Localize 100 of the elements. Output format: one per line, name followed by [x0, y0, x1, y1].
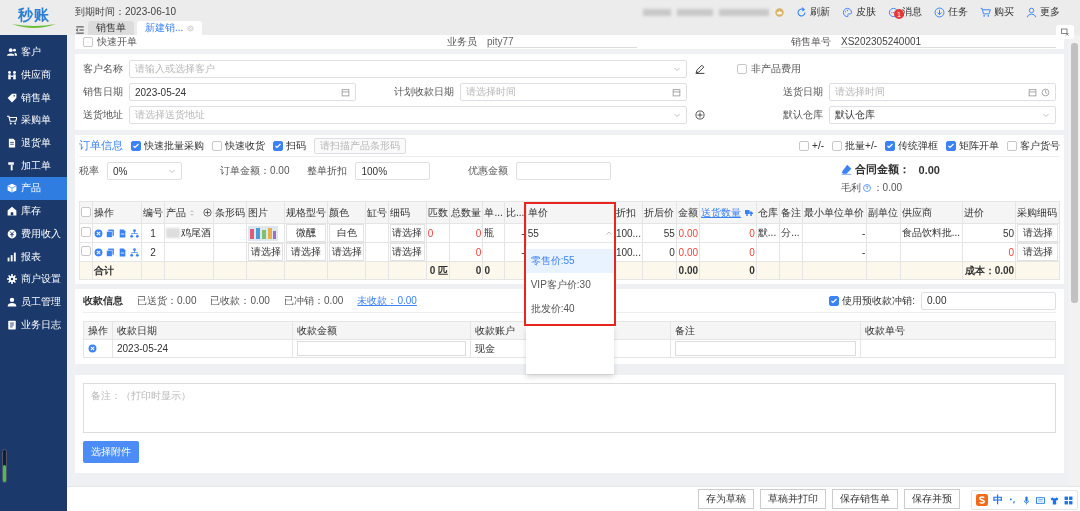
sidebar-item[interactable]: 商户设置	[0, 267, 67, 291]
sidebar-item[interactable]: 加工单	[0, 154, 67, 178]
toolbar-button[interactable]: 任务	[934, 5, 968, 19]
order-number-field[interactable]: XS202305240001	[841, 36, 1056, 48]
tab[interactable]: 新建销...	[137, 21, 203, 35]
checkbox-label: 矩阵开单	[959, 138, 999, 153]
select-field[interactable]: 默认仓库	[829, 106, 1056, 124]
date-field[interactable]: 2023-05-24	[129, 83, 356, 101]
delete-icon[interactable]	[94, 247, 104, 257]
checkbox[interactable]	[832, 140, 843, 151]
toolbar-button[interactable]: 更多	[1026, 5, 1060, 19]
sidebar-item[interactable]: 退货单	[0, 131, 67, 155]
table-cell: 100...	[615, 246, 641, 258]
total-cell: 0.00	[678, 265, 699, 276]
sidebar-item[interactable]: 销售单	[0, 86, 67, 110]
document-icon[interactable]	[118, 247, 128, 257]
delete-icon[interactable]	[94, 228, 104, 238]
footer-button[interactable]: 保存并预	[904, 489, 960, 509]
remark-field[interactable]	[675, 341, 856, 356]
toolbar-button[interactable]: 刷新	[796, 5, 830, 19]
column-header: 操作	[88, 324, 108, 336]
sidebar-item[interactable]: 业务日志	[0, 313, 67, 336]
order-amount-text: 订单金额：0.00	[220, 164, 290, 178]
prepaid-field[interactable]: 0.00	[921, 291, 1056, 310]
tax-select[interactable]: 0%	[107, 162, 182, 180]
sidebar-item[interactable]: 客户	[0, 41, 67, 64]
checkbox[interactable]	[885, 140, 895, 151]
column-header: 采购细码	[1017, 206, 1058, 218]
discount-field[interactable]: 100%	[355, 162, 431, 180]
sidebar-item[interactable]: 库存	[0, 199, 67, 223]
select-button[interactable]: 微醺	[285, 224, 327, 242]
sidebar-item[interactable]: 费用收入	[0, 222, 67, 246]
checkbox[interactable]	[212, 140, 222, 151]
add-circle-icon[interactable]	[695, 110, 705, 120]
summary-text: 已冲销：0.00	[283, 293, 344, 308]
column-header: 收款金额	[297, 324, 337, 336]
window-button[interactable]	[1056, 25, 1074, 39]
select-button[interactable]: 请选择	[285, 243, 327, 261]
document-icon[interactable]	[118, 228, 128, 238]
select-all-checkbox[interactable]	[81, 206, 91, 217]
collapse-menu-icon[interactable]	[75, 25, 85, 35]
sidebar-item[interactable]: 供应商	[0, 63, 67, 87]
checkbox[interactable]	[829, 295, 840, 306]
hierarchy-icon[interactable]	[130, 247, 140, 257]
salesperson-field[interactable]: pity77	[487, 36, 637, 48]
checkbox-label: 快速批量采购	[144, 138, 204, 153]
field-label: 业务员	[447, 35, 477, 49]
microphone-icon[interactable]	[1022, 495, 1031, 505]
footer-button[interactable]: 存为草稿	[698, 489, 754, 509]
toolbar-button[interactable]: 购买	[980, 5, 1014, 19]
column-header: 仓库	[757, 206, 778, 218]
menu-option[interactable]: VIP客户价:30	[525, 272, 614, 297]
row-checkbox[interactable]	[81, 246, 91, 256]
tab[interactable]: 销售单	[88, 21, 134, 35]
house-icon	[7, 206, 17, 217]
add-circle-icon[interactable]	[202, 208, 212, 217]
select-button[interactable]: 请选择	[390, 243, 425, 261]
checkbox[interactable]	[131, 140, 141, 151]
footer-button[interactable]: 保存销售单	[832, 489, 898, 509]
amount-field[interactable]	[297, 341, 466, 356]
sidebar-item[interactable]: 报表	[0, 245, 67, 268]
sidebar-item[interactable]: 产品	[0, 177, 67, 200]
coupon-field[interactable]	[516, 162, 612, 180]
keyboard-icon[interactable]	[1036, 495, 1045, 505]
select-button[interactable]: 请选择	[329, 243, 364, 261]
checkmark-icon	[947, 141, 955, 150]
profit-value: ：0.00	[872, 181, 903, 195]
menu-option[interactable]: 批发价:40	[525, 296, 614, 321]
row-checkbox[interactable]	[81, 227, 91, 237]
footer-button[interactable]: 草稿并打印	[760, 489, 826, 509]
help-icon[interactable]	[862, 184, 871, 192]
pen-icon[interactable]	[695, 64, 705, 74]
cube-icon	[7, 183, 17, 194]
column-header: 供应商	[901, 206, 932, 218]
select-button[interactable]: 请选择	[248, 243, 283, 261]
toolbar-button[interactable]: 皮肤	[842, 5, 876, 19]
shirt-icon[interactable]	[1050, 495, 1059, 505]
select-button[interactable]: 请选择	[390, 224, 425, 242]
checkbox[interactable]	[273, 140, 283, 151]
menu-option[interactable]: 零售价:55	[525, 248, 614, 273]
checkbox[interactable]	[1007, 140, 1017, 151]
users-icon	[7, 47, 17, 58]
select-button[interactable]: 请选择	[1017, 243, 1058, 261]
checkbox[interactable]	[737, 64, 747, 74]
sidebar-item[interactable]: 采购单	[0, 109, 67, 132]
select-button[interactable]: 请选择	[1017, 224, 1058, 242]
grid-icon[interactable]	[1064, 495, 1073, 505]
checkbox[interactable]	[83, 37, 93, 47]
hierarchy-icon[interactable]	[130, 228, 140, 238]
sidebar-item[interactable]: 员工管理	[0, 290, 67, 314]
select-button[interactable]: 白色	[329, 224, 364, 242]
unpaid-link[interactable]: 未收款：0.00	[357, 293, 417, 308]
table-cell: -	[862, 227, 866, 239]
delete-icon[interactable]	[88, 344, 97, 353]
scrollbar-thumb[interactable]	[1070, 43, 1078, 303]
checkbox[interactable]	[946, 140, 956, 151]
expiry-text: 到期时间：2023-06-10	[75, 5, 178, 19]
contract-amount-value: 0.00	[918, 163, 940, 176]
profit-label: 毛利	[840, 181, 861, 195]
checkbox[interactable]	[799, 140, 810, 151]
